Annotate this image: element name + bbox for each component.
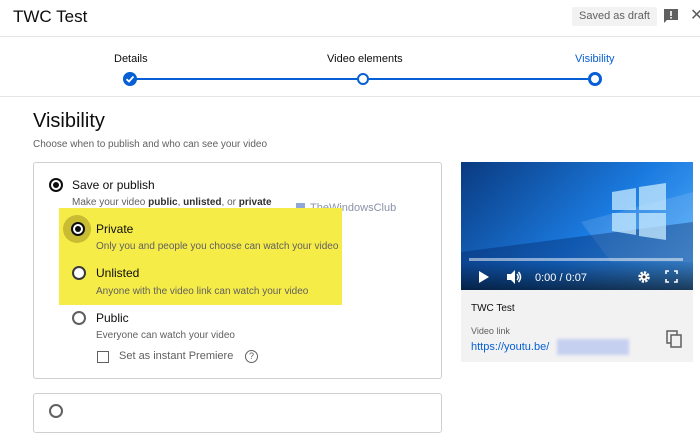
unlisted-label: Unlisted xyxy=(96,266,140,280)
step-details-check-icon[interactable] xyxy=(123,72,137,86)
saved-as-draft-badge: Saved as draft xyxy=(572,7,657,26)
save-or-publish-description: Make your video public, unlisted, or pri… xyxy=(72,197,272,208)
instant-premiere-label: Set as instant Premiere xyxy=(119,350,234,362)
step-visibility-label[interactable]: Visibility xyxy=(575,53,615,65)
video-time: 0:00 / 0:07 xyxy=(535,272,587,284)
save-or-publish-label: Save or publish xyxy=(72,178,155,192)
copy-icon[interactable] xyxy=(666,330,682,348)
close-icon[interactable]: ✕ xyxy=(690,5,700,25)
step-video-elements-label[interactable]: Video elements xyxy=(327,53,403,65)
video-title: TWC Test xyxy=(471,303,515,314)
unlisted-radio[interactable] xyxy=(72,266,86,280)
public-description: Everyone can watch your video xyxy=(96,330,235,341)
redacted-link-blur xyxy=(557,339,629,355)
visibility-heading: Visibility xyxy=(33,110,105,132)
volume-icon[interactable] xyxy=(507,270,523,284)
feedback-icon[interactable] xyxy=(663,8,679,24)
public-label: Public xyxy=(96,311,129,325)
step-details-label[interactable]: Details xyxy=(114,53,148,65)
video-progress-bar[interactable] xyxy=(469,258,683,261)
header-bar: TWC Test Saved as draft ✕ xyxy=(0,0,700,37)
instant-premiere-checkbox[interactable] xyxy=(97,351,109,363)
private-label: Private xyxy=(96,222,134,236)
private-radio[interactable] xyxy=(71,222,85,236)
upload-stepper: Details Video elements Visibility xyxy=(0,36,700,97)
unlisted-description: Anyone with the video link can watch you… xyxy=(96,286,309,297)
windows-logo-icon xyxy=(612,183,666,240)
public-radio[interactable] xyxy=(72,311,86,325)
play-icon[interactable] xyxy=(478,271,489,283)
save-or-publish-radio[interactable] xyxy=(49,178,63,192)
schedule-radio[interactable] xyxy=(49,404,63,418)
step-visibility-dot[interactable] xyxy=(588,72,602,86)
private-description: Only you and people you choose can watch… xyxy=(96,241,339,252)
help-icon[interactable]: ? xyxy=(245,350,258,363)
video-link-label: Video link xyxy=(471,326,510,336)
fullscreen-icon[interactable] xyxy=(665,270,678,283)
settings-gear-icon[interactable] xyxy=(637,270,651,284)
visibility-subheading: Choose when to publish and who can see y… xyxy=(33,139,268,150)
page-title: TWC Test xyxy=(13,7,88,26)
schedule-card xyxy=(33,393,442,433)
video-link[interactable]: https://youtu.be/ xyxy=(471,341,549,353)
step-video-elements-dot[interactable] xyxy=(357,73,369,85)
